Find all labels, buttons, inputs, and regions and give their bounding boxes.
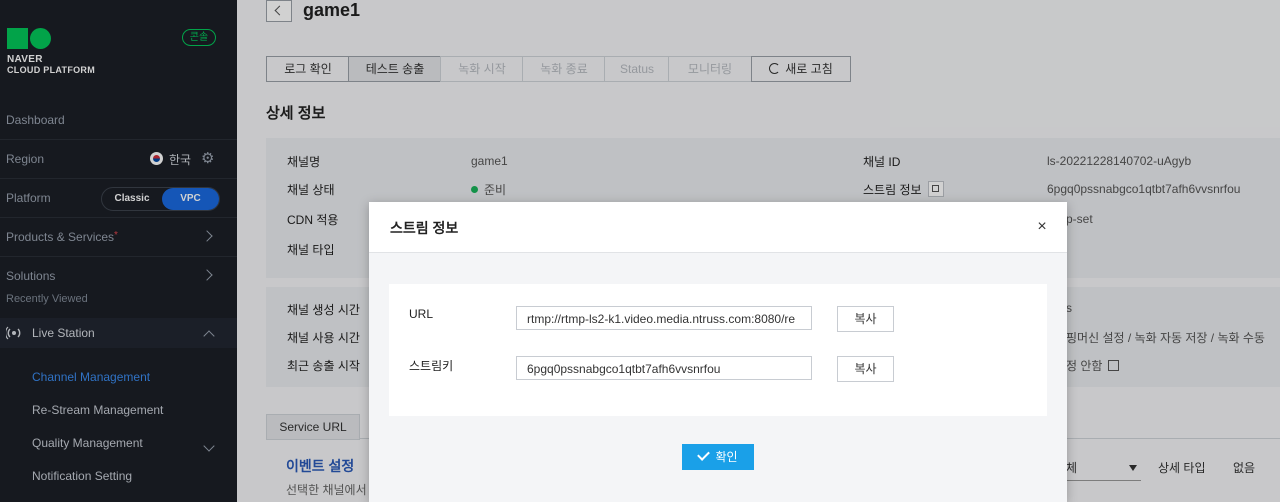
url-field[interactable]: rtmp://rtmp-ls2-k1.video.media.ntruss.co… [516, 306, 812, 330]
stream-key-label: 스트림키 [409, 359, 454, 373]
confirm-button[interactable]: 확인 [682, 444, 754, 470]
stream-key-field[interactable]: 6pgq0pssnabgco1qtbt7afh6vvsnrfou [516, 356, 812, 380]
copy-stream-key-button[interactable]: 복사 [837, 356, 894, 382]
modal-body: URL rtmp://rtmp-ls2-k1.video.media.ntrus… [369, 253, 1067, 502]
close-icon[interactable]: × [1035, 219, 1049, 235]
modal-header: 스트림 정보 × [369, 202, 1067, 253]
confirm-label: 확인 [715, 450, 738, 464]
url-label: URL [409, 307, 434, 321]
modal-title: 스트림 정보 [390, 220, 459, 236]
check-icon [697, 448, 711, 461]
copy-url-button[interactable]: 복사 [837, 306, 894, 332]
stream-info-modal: 스트림 정보 × URL rtmp://rtmp-ls2-k1.video.me… [369, 202, 1067, 502]
stream-info-card: URL rtmp://rtmp-ls2-k1.video.media.ntrus… [389, 284, 1047, 416]
